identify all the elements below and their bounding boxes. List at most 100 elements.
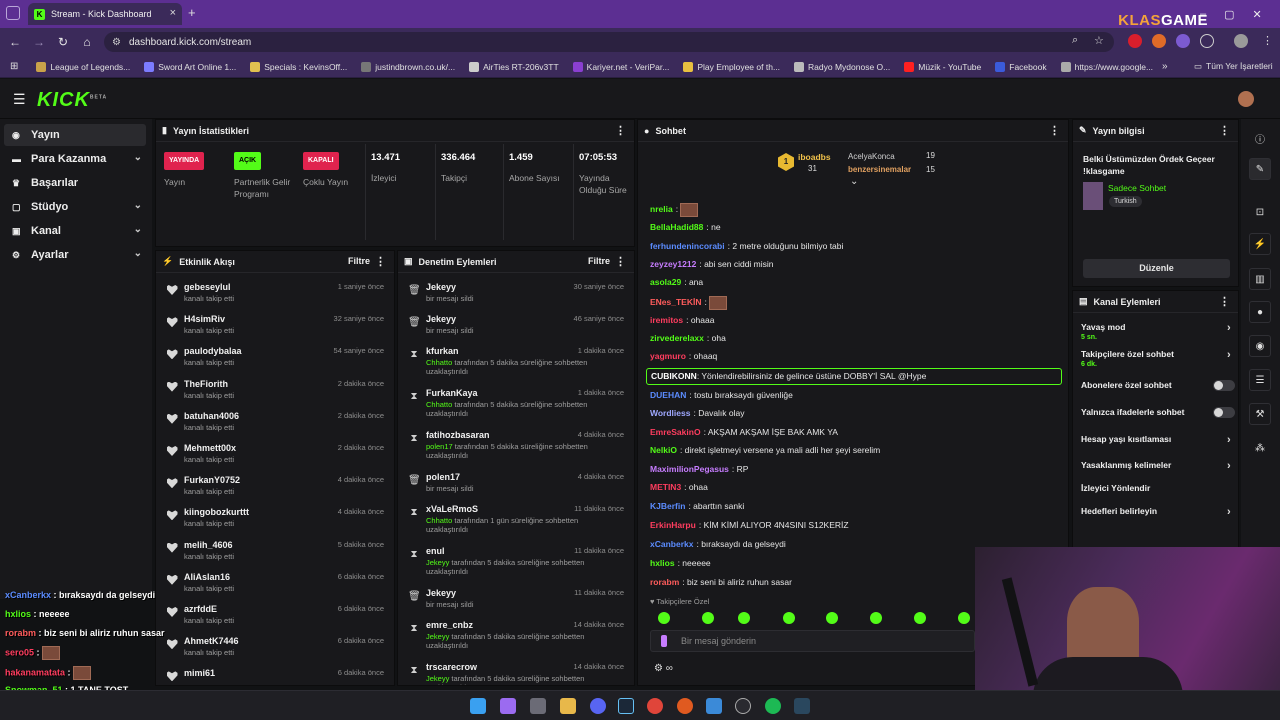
chat-message[interactable]: zeyzey1212: abi sen ciddi misin	[650, 257, 774, 271]
focus-icon[interactable]: ⊡	[1249, 201, 1271, 223]
highlighted-message[interactable]: CUBIKONN: Yönlendirebilirsiniz de gelinc…	[646, 368, 1062, 385]
channel-action-item[interactable]: Yavaş mod 5 sn. ›	[1081, 322, 1236, 341]
moderation-row[interactable]: 🗑 polen17 bir mesajı sildi 4 dakika önce	[398, 469, 634, 501]
extension-purple-icon[interactable]	[1176, 34, 1190, 48]
chevron-right-icon[interactable]: ›	[1227, 349, 1231, 361]
sidebar-item[interactable]: ▬ Para Kazanma ⌄	[4, 148, 146, 170]
store-icon[interactable]	[530, 698, 546, 714]
chat-username[interactable]: Wordliess	[650, 408, 690, 418]
chat-message[interactable]: EmreSakinO: AKŞAM AKŞAM İŞE BAK AMK YA	[650, 425, 838, 439]
edit-pencil-icon[interactable]: ✎	[1249, 158, 1271, 180]
wrench-rail-icon[interactable]: ⚒	[1249, 403, 1271, 425]
bookmark-item[interactable]: Kariyer.net - VeriPar...	[572, 61, 669, 72]
edit-info-button[interactable]: Düzenle	[1083, 259, 1230, 278]
channel-action-item[interactable]: Yasaklanmış kelimeler ›	[1081, 460, 1236, 472]
new-tab-button[interactable]: +	[188, 5, 196, 20]
activity-row[interactable]: melih_4606 kanalı takip etti 5 dakika önce	[156, 537, 394, 569]
moderation-row[interactable]: 🗑 Jekeyy bir mesajı sildi 11 dakika önce	[398, 585, 634, 617]
chevron-right-icon[interactable]: ›	[1227, 434, 1231, 446]
minimize-icon[interactable]: –	[1200, 8, 1206, 20]
chat-input[interactable]: Bir mesaj gönderin	[650, 630, 975, 652]
discord-icon[interactable]	[590, 698, 606, 714]
maximize-icon[interactable]: ▢	[1224, 8, 1234, 21]
chat-username[interactable]: yagmuro	[650, 351, 686, 361]
chat-username[interactable]: asola29	[650, 277, 681, 287]
chat-username[interactable]: KJBerfin	[650, 501, 685, 511]
activity-row[interactable]: paulodybalaa kanalı takip etti 54 saniye ö…	[156, 343, 394, 375]
moderation-menu-icon[interactable]: ⋮	[615, 255, 626, 268]
emote-shortcut-icon[interactable]	[958, 612, 970, 624]
kick-logo[interactable]: KICKBETA	[37, 89, 107, 112]
stats-menu-icon[interactable]: ⋮	[615, 124, 626, 137]
photos-icon[interactable]	[706, 698, 722, 714]
app-orange-icon[interactable]	[677, 698, 693, 714]
activity-row[interactable]: H4simRiv kanalı takip etti 32 saniye önce	[156, 311, 394, 343]
bookmark-item[interactable]: Müzik - YouTube	[904, 61, 981, 72]
toggle-switch[interactable]	[1213, 407, 1235, 418]
hamburger-menu-icon[interactable]: ☰	[13, 91, 26, 108]
chat-rail-icon[interactable]: ●	[1249, 301, 1271, 323]
moderation-row[interactable]: ⧗ enul Jekeyy tarafından 5 dakika süreliği…	[398, 543, 634, 585]
activity-row[interactable]: FurkanY0752 kanalı takip etti 4 dakika önc…	[156, 472, 394, 504]
file-explorer-icon[interactable]	[560, 698, 576, 714]
chat-settings-button[interactable]: ⚙ ∞	[654, 663, 673, 674]
sidebar-item[interactable]: ⚙ Ayarlar ⌄	[4, 244, 146, 266]
chat-message[interactable]: zirvederelaxx: oha	[650, 331, 726, 345]
chat-message[interactable]: MaximilionPegasus: RP	[650, 462, 748, 476]
chat-username[interactable]: nrelia	[650, 204, 673, 214]
chat-message[interactable]: asola29: ana	[650, 275, 703, 289]
home-icon[interactable]: ⌂	[75, 35, 99, 49]
chat-username[interactable]: hxlios	[650, 558, 675, 568]
moderation-row[interactable]: 🗑 Jekeyy bir mesajı sildi 46 saniye önce	[398, 311, 634, 343]
chat-username[interactable]: NelkiO	[650, 445, 677, 455]
bookmark-item[interactable]: League of Legends...	[36, 61, 130, 72]
chevron-right-icon[interactable]: ›	[1227, 460, 1231, 472]
chat-username[interactable]: EmreSakinO	[650, 427, 701, 437]
back-icon[interactable]: ←	[3, 35, 27, 49]
chat-username[interactable]: rorabm	[650, 577, 679, 587]
chat-message[interactable]: nrelia:	[650, 202, 699, 217]
activity-row[interactable]: AliAslan16 kanalı takip etti 6 dakika önce	[156, 569, 394, 601]
chevron-right-icon[interactable]: ›	[1227, 322, 1231, 334]
bookmark-item[interactable]: justindbrown.co.uk/...	[361, 61, 455, 72]
apps-grid-icon[interactable]: ⊞	[10, 61, 18, 72]
bookmark-item[interactable]: Radyo Mydonose O...	[794, 61, 890, 72]
channel-action-item[interactable]: İzleyici Yönlendir	[1081, 483, 1236, 493]
chat-username[interactable]: zeyzey1212	[650, 259, 696, 269]
chat-username[interactable]: BellaHadid88	[650, 222, 703, 232]
bookmark-item[interactable]: Facebook	[995, 61, 1047, 72]
steam-icon[interactable]	[618, 698, 634, 714]
expand-chevron-icon[interactable]: ⌄	[850, 176, 858, 187]
sidebar-item[interactable]: ▣ Kanal ⌄	[4, 220, 146, 242]
stream-info-menu-icon[interactable]: ⋮	[1219, 124, 1230, 137]
info-icon[interactable]: ⓘ	[1249, 127, 1271, 149]
chat-username[interactable]: xCanberkx	[650, 539, 693, 549]
emote-shortcut-icon[interactable]	[783, 612, 795, 624]
url-field[interactable]: ⚙ dashboard.kick.com/stream	[104, 32, 1114, 52]
emote-shortcut-icon[interactable]	[870, 612, 882, 624]
chat-message[interactable]: xCanberkx: bıraksaydı da gelseydi	[650, 537, 786, 551]
browser-menu-icon[interactable]: ⋮	[1262, 34, 1273, 47]
chat-message[interactable]: yagmuro: ohaaq	[650, 349, 717, 363]
close-window-icon[interactable]: ✕	[1253, 8, 1262, 21]
chat-message[interactable]: METIN3: ohaa	[650, 480, 708, 494]
chat-username[interactable]: iremitos	[650, 315, 683, 325]
chat-username[interactable]: DUEHAN	[650, 390, 686, 400]
chat-message[interactable]: ErkinHarpu: KİM KİMİ ALIYOR 4N4SINI S12K…	[650, 518, 849, 532]
chat-username[interactable]: zirvederelaxx	[650, 333, 704, 343]
moderation-row[interactable]: ⧗ FurkanKaya Chhatto tarafından 5 dakika s…	[398, 385, 634, 427]
channel-action-item[interactable]: Abonelere özel sohbet	[1081, 380, 1236, 391]
reload-icon[interactable]: ↻	[51, 35, 75, 49]
activity-row[interactable]: Mehmett00x kanalı takip etti 2 dakika önce	[156, 440, 394, 472]
chat-username[interactable]: MaximilionPegasus	[650, 464, 729, 474]
channel-action-item[interactable]: Hedefleri belirleyin ›	[1081, 506, 1236, 518]
chat-username[interactable]: METIN3	[650, 482, 681, 492]
moderation-row[interactable]: ⧗ emre_cnbz Jekeyy tarafından 5 dakika sür…	[398, 617, 634, 659]
chevron-down-icon[interactable]: ⌄	[134, 152, 142, 163]
extension-fox-icon[interactable]	[1152, 34, 1166, 48]
channel-action-item[interactable]: Yalnızca ifadelerle sohbet	[1081, 407, 1236, 418]
sidebar-item[interactable]: ▢ Stüdyo ⌄	[4, 196, 146, 218]
bookmarks-more-icon[interactable]: »	[1162, 61, 1168, 72]
chat-username[interactable]: ferhundenincorabi	[650, 241, 725, 251]
tab-search-button[interactable]	[6, 6, 20, 20]
